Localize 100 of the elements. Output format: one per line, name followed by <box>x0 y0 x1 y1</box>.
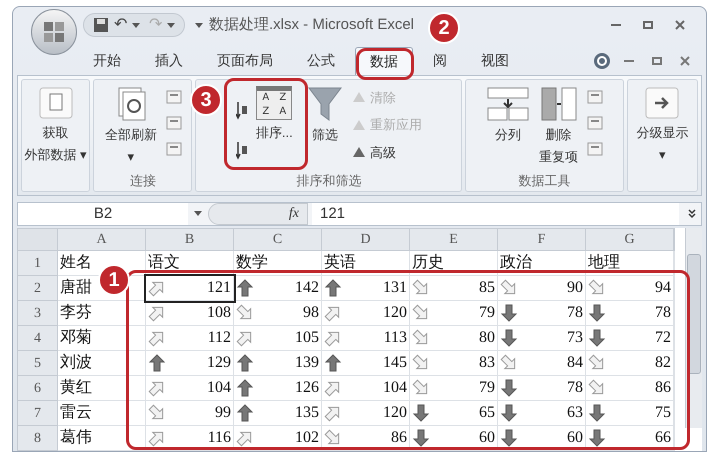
table-cell-text: 99 <box>215 403 231 423</box>
undo-button[interactable]: ↶ <box>114 17 127 33</box>
arrow-icon <box>324 354 342 372</box>
sort-button[interactable]: A Z Z A 排序... <box>254 86 299 142</box>
highlight-frame <box>356 48 414 80</box>
arrow-icon <box>588 429 606 447</box>
caret-icon[interactable] <box>166 20 176 30</box>
toolbar-button[interactable] <box>586 114 604 132</box>
ribbon-tab[interactable]: 公式 <box>293 46 349 75</box>
table-cell-text: 86 <box>391 428 407 448</box>
toolbar-button[interactable] <box>586 140 604 158</box>
arrow-icon <box>236 329 254 347</box>
toolbar-button[interactable] <box>164 88 183 106</box>
arrow-icon <box>500 429 518 447</box>
window-icon <box>587 88 604 105</box>
table-cell: 雷云 <box>58 400 146 426</box>
help-button[interactable] <box>592 50 612 71</box>
row-header[interactable]: 3 <box>18 300 58 326</box>
ribbon-tab[interactable]: 插入 <box>141 46 197 75</box>
ribbon-tab[interactable]: 阅 <box>419 46 461 75</box>
ribbon-tab[interactable]: 页面布局 <box>203 46 287 75</box>
arrow-icon <box>412 379 430 397</box>
row-header[interactable]: 7 <box>18 400 58 426</box>
toolbar-button[interactable] <box>586 88 604 106</box>
window-icon <box>587 140 604 157</box>
ribbon-button[interactable]: 获取 外部数据 ▾ <box>22 86 89 164</box>
row-header[interactable]: 6 <box>18 376 58 400</box>
row-header[interactable]: 5 <box>18 350 58 376</box>
column-header[interactable]: C <box>234 228 322 250</box>
arrow-icon <box>324 329 342 347</box>
triangle-icon <box>350 90 367 104</box>
office-button[interactable] <box>31 9 77 55</box>
table-cell-text: 108 <box>207 303 231 323</box>
group-label: 数据工具 <box>518 172 571 190</box>
arrow-icon <box>236 429 254 447</box>
column-header[interactable]: F <box>498 228 586 250</box>
table-cell-text: 104 <box>383 378 407 398</box>
arrow-icon <box>412 304 430 322</box>
arrow-icon <box>412 329 430 347</box>
arrow-icon <box>148 329 166 347</box>
table-cell-text: 73 <box>567 328 583 348</box>
close-icon <box>675 20 685 30</box>
arrow-icon <box>324 404 342 422</box>
arrow-icon <box>148 279 166 297</box>
window-title: 数据处理.xlsx - Microsoft Excel <box>209 14 414 35</box>
caret-icon <box>194 20 204 30</box>
arrow-icon <box>412 404 430 422</box>
table-cell: 黄红 <box>58 376 146 400</box>
ribbon-command[interactable]: 高级 <box>350 142 422 162</box>
table-cell-text: 120 <box>383 303 407 323</box>
ribbon-button[interactable]: 分列 <box>485 86 532 144</box>
row-header[interactable]: 4 <box>18 326 58 350</box>
ribbon-button[interactable]: 全部刷新 ▾ <box>102 86 159 166</box>
column-header[interactable]: E <box>410 228 498 250</box>
grid-logo-icon <box>42 20 66 44</box>
toolbar-button[interactable] <box>164 140 183 158</box>
window-icon <box>166 140 182 157</box>
arrow-icon <box>148 354 166 372</box>
arrow-icon <box>588 354 606 372</box>
column-header[interactable]: D <box>322 228 410 250</box>
row-header[interactable]: 1 <box>18 250 58 276</box>
table-cell-text: 102 <box>295 428 319 448</box>
arrow-icon <box>588 304 606 322</box>
row-header[interactable]: 2 <box>18 276 58 300</box>
table-cell-text: 86 <box>655 378 671 398</box>
arrow-icon <box>500 304 518 322</box>
arrow-icon <box>412 279 430 297</box>
maximize-icon <box>652 56 662 66</box>
table-cell-text: 126 <box>295 378 319 398</box>
minimize-icon <box>611 24 621 26</box>
arrow-icon <box>148 379 166 397</box>
arrow-icon <box>324 429 342 447</box>
table-cell-text: 78 <box>567 378 583 398</box>
arrow-icon <box>500 404 518 422</box>
row-header[interactable]: 8 <box>18 426 58 450</box>
ribbon-button[interactable]: 删除 重复项 <box>537 86 580 166</box>
ribbon-button[interactable]: 分级显示 ▾ <box>634 86 690 164</box>
table-cell-text: 129 <box>207 353 231 373</box>
table-cell-text: 121 <box>207 278 231 298</box>
table-cell: 语文 <box>146 250 234 276</box>
window-icon <box>166 88 182 105</box>
column-header[interactable]: G <box>586 228 674 250</box>
arrow-icon <box>500 279 518 297</box>
arrow-icon <box>324 279 342 297</box>
arrow-icon <box>236 279 254 297</box>
ribbon-button[interactable]: 筛选 <box>304 86 345 144</box>
window-icon <box>166 114 182 131</box>
save-button[interactable] <box>92 16 110 34</box>
table-cell-text: 90 <box>567 278 583 298</box>
table-cell-text: 79 <box>479 378 495 398</box>
ribbon-tab[interactable]: 开始 <box>79 46 135 75</box>
group-label: 连接 <box>130 172 156 190</box>
group-label: 排序和筛选 <box>296 172 362 190</box>
arrow-icon <box>324 304 342 322</box>
column-header[interactable]: B <box>146 228 234 250</box>
caret-icon[interactable] <box>131 20 141 30</box>
toolbar-button[interactable] <box>164 114 183 132</box>
column-header[interactable]: A <box>58 228 146 250</box>
ribbon-tab[interactable]: 视图 <box>467 46 523 75</box>
arrow-icon <box>500 379 518 397</box>
